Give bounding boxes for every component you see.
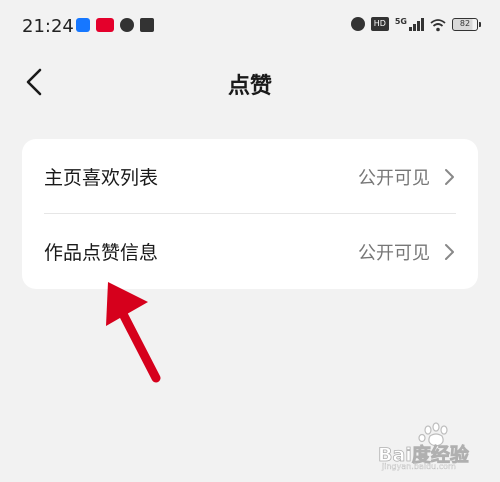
tmall-icon xyxy=(96,18,114,32)
book-icon xyxy=(140,18,154,32)
row-label: 主页喜欢列表 xyxy=(44,167,159,189)
status-time: 21:24 xyxy=(22,16,74,37)
network-type-label: 5G xyxy=(394,17,407,26)
status-bar: 21:24 HD 5G 82 xyxy=(0,0,500,56)
page-title: 点赞 xyxy=(227,74,272,99)
status-right: HD 5G 82 xyxy=(350,17,481,32)
alipay-icon xyxy=(76,18,90,32)
baidu-watermark: Bai度经验 jingyan.baidu.com xyxy=(372,422,490,474)
signal-icon: 5G xyxy=(395,17,424,31)
chevron-right-icon xyxy=(445,244,454,260)
red-arrow-annotation xyxy=(106,282,161,383)
row-value: 公开可见 xyxy=(358,243,430,264)
row-label: 作品点赞信息 xyxy=(44,242,159,264)
chevron-right-icon xyxy=(445,169,454,185)
chat-bubble-icon xyxy=(120,18,134,32)
row-value: 公开可见 xyxy=(358,168,430,189)
hd-badge: HD xyxy=(370,17,389,31)
settings-row-homepage-likes[interactable]: 主页喜欢列表 公开可见 xyxy=(22,139,478,214)
alarm-icon xyxy=(350,17,365,31)
wifi-icon xyxy=(430,17,446,32)
settings-card: 主页喜欢列表 公开可见 作品点赞信息 公开可见 xyxy=(22,139,478,289)
notification-icons xyxy=(76,18,154,32)
battery-icon: 82 xyxy=(452,17,481,31)
watermark-url: jingyan.baidu.com xyxy=(382,462,456,471)
settings-row-work-likes[interactable]: 作品点赞信息 公开可见 xyxy=(22,214,478,289)
nav-bar: 点赞 xyxy=(0,56,500,110)
